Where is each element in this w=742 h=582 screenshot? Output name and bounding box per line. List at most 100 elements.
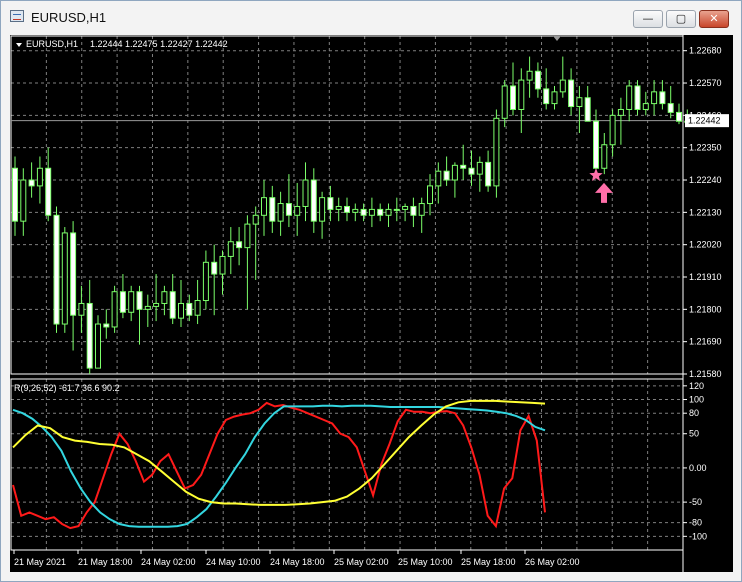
- candle-body: [119, 291, 126, 313]
- candle-body: [418, 203, 425, 216]
- price-tick-label: 1.22570: [689, 78, 722, 88]
- candle-body: [576, 97, 583, 108]
- title-bar[interactable]: EURUSD,H1 — ▢ ✕: [1, 1, 741, 35]
- price-tick-label: 1.21580: [689, 369, 722, 379]
- candle-body: [211, 261, 218, 275]
- candle-body: [501, 85, 508, 119]
- time-tick-label: 21 May 2021: [14, 557, 66, 567]
- time-tick-label: 24 May 18:00: [270, 557, 325, 567]
- candle-body: [526, 70, 533, 81]
- price-tick-label: 1.22350: [689, 143, 722, 153]
- chart-area[interactable]: 1.226801.225701.224601.223501.222401.221…: [10, 35, 733, 572]
- candle-body: [385, 208, 392, 216]
- candle-body: [219, 255, 226, 275]
- candle-body: [344, 205, 350, 213]
- price-tick-label: 1.21910: [689, 272, 722, 282]
- candle-body: [285, 203, 292, 216]
- price-tick-label: 1.21800: [689, 304, 722, 314]
- candle-body: [111, 291, 118, 328]
- candle-body: [136, 291, 143, 310]
- candle-body: [236, 241, 243, 249]
- candle-body: [169, 291, 176, 319]
- candle-body: [460, 164, 467, 169]
- candle-body: [277, 203, 284, 222]
- candle-body: [144, 305, 151, 310]
- candle-body: [559, 79, 566, 93]
- candle-body: [186, 302, 193, 316]
- candle-body: [676, 111, 682, 122]
- candle-body: [244, 223, 251, 249]
- candle-body: [659, 91, 666, 105]
- candle-body: [61, 232, 68, 325]
- price-tick-label: 1.22130: [689, 207, 722, 217]
- time-tick-label: 25 May 02:00: [334, 557, 389, 567]
- candle-body: [667, 103, 674, 113]
- candle-body: [485, 161, 492, 187]
- candle-body: [103, 323, 110, 328]
- indicator-tick-label: -80: [689, 518, 702, 528]
- candle-body: [227, 241, 234, 257]
- candle-body: [543, 88, 550, 105]
- indicator-tick-label: 0.00: [689, 463, 707, 473]
- candle-body: [626, 85, 633, 110]
- time-tick-label: 25 May 10:00: [398, 557, 453, 567]
- price-tick-label: 1.22240: [689, 175, 722, 185]
- candle-body: [634, 85, 641, 110]
- candle-body: [360, 208, 367, 216]
- candle-body: [70, 232, 77, 316]
- candle-body: [302, 179, 309, 207]
- candle-body: [36, 167, 43, 187]
- symbol-label: EURUSD,H1: [26, 39, 78, 49]
- candle-body: [319, 197, 326, 222]
- time-tick-label: 26 May 02:00: [525, 557, 580, 567]
- candle-body: [510, 85, 516, 110]
- close-button[interactable]: ✕: [699, 10, 729, 28]
- price-chart[interactable]: 1.226801.225701.224601.223501.222401.221…: [10, 35, 733, 572]
- candle-body: [642, 103, 649, 110]
- time-tick-label: 24 May 10:00: [206, 557, 261, 567]
- indicator-tick-label: 50: [689, 429, 699, 439]
- candle-body: [194, 300, 201, 316]
- candle-body: [161, 291, 168, 304]
- price-tick-label: 1.22020: [689, 240, 722, 250]
- candle-body: [294, 205, 301, 216]
- candle-body: [202, 261, 209, 302]
- candle-body: [534, 70, 541, 90]
- current-price-label: 1.22442: [688, 116, 721, 126]
- candle-body: [593, 120, 599, 169]
- chart-window-icon: [10, 10, 24, 22]
- maximize-button[interactable]: ▢: [666, 10, 696, 28]
- indicator-tick-label: 100: [689, 395, 704, 405]
- candle-body: [261, 197, 267, 216]
- candle-body: [443, 170, 450, 181]
- window-title: EURUSD,H1: [31, 10, 107, 25]
- candle-body: [393, 208, 400, 211]
- candle-body: [402, 205, 409, 210]
- candle-body: [20, 179, 27, 222]
- candle-body: [327, 197, 334, 210]
- candle-body: [435, 170, 442, 187]
- candle-body: [601, 144, 608, 169]
- indicator-tick-label: 80: [689, 408, 699, 418]
- candle-body: [28, 179, 35, 187]
- candle-body: [310, 179, 317, 222]
- candle-body: [153, 302, 160, 307]
- candle-body: [368, 208, 375, 216]
- candle-body: [178, 302, 184, 319]
- candle-body: [609, 114, 616, 146]
- indicator-tick-label: 120: [689, 381, 704, 391]
- indicator-label: R(9,26,52) -61.7 36.6 90.2: [14, 383, 120, 393]
- time-tick-label: 24 May 02:00: [141, 557, 196, 567]
- candle-body: [269, 197, 276, 222]
- candle-body: [95, 323, 101, 369]
- chart-window: EURUSD,H1 — ▢ ✕ 1.226801.225701.224601.2…: [0, 0, 742, 582]
- indicator-tick-label: -100: [689, 531, 707, 541]
- candle-body: [53, 214, 60, 325]
- candle-body: [377, 208, 384, 216]
- candle-body: [410, 205, 417, 216]
- minimize-button[interactable]: —: [633, 10, 663, 28]
- candle-body: [335, 205, 342, 210]
- ohlc-label: 1.22444 1.22475 1.22427 1.22442: [90, 39, 228, 49]
- candle-body: [551, 91, 558, 105]
- time-tick-label: 21 May 18:00: [78, 557, 133, 567]
